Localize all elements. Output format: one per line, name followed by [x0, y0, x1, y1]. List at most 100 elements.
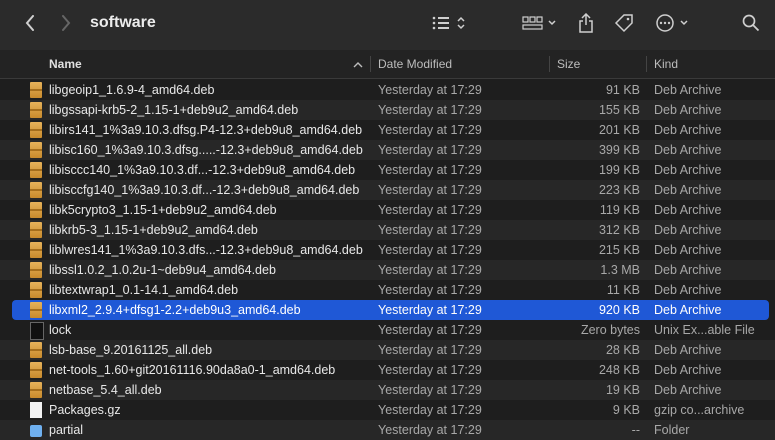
file-row[interactable]: liblwres141_1%3a9.10.3.dfs...-12.3+deb9u…: [0, 240, 775, 260]
file-name: netbase_5.4_all.deb: [49, 383, 162, 397]
column-divider[interactable]: [646, 56, 647, 72]
file-kind: Deb Archive: [654, 383, 722, 397]
file-kind: Deb Archive: [654, 243, 722, 257]
file-size: --: [631, 423, 640, 437]
column-header: Name Date Modified Size Kind: [0, 50, 775, 79]
chevron-left-icon: [25, 14, 35, 36]
tag-icon: [614, 13, 634, 38]
deb-archive-icon: [30, 302, 42, 318]
file-date: Yesterday at 17:29: [378, 143, 482, 157]
share-button[interactable]: [574, 12, 598, 38]
sort-chevron-up-icon[interactable]: [353, 58, 363, 72]
toolbar: software: [0, 0, 775, 51]
file-name: libisc160_1%3a9.10.3.dfsg.....-12.3+deb9…: [49, 143, 363, 157]
file-kind: Deb Archive: [654, 203, 722, 217]
file-row[interactable]: libisccfg140_1%3a9.10.3.df...-12.3+deb9u…: [0, 180, 775, 200]
file-date: Yesterday at 17:29: [378, 183, 482, 197]
file-row[interactable]: libssl1.0.2_1.0.2u-1~deb9u4_amd64.deb Yes…: [0, 260, 775, 280]
file-row[interactable]: libirs141_1%3a9.10.3.dfsg.P4-12.3+deb9u8…: [0, 120, 775, 140]
file-name: libssl1.0.2_1.0.2u-1~deb9u4_amd64.deb: [49, 263, 276, 277]
file-size: 91 KB: [605, 83, 640, 97]
file-date: Yesterday at 17:29: [378, 383, 482, 397]
file-size: 11 KB: [606, 283, 640, 297]
share-icon: [578, 12, 594, 38]
kind-column-header[interactable]: Kind: [654, 57, 678, 71]
file-date: Yesterday at 17:29: [378, 403, 482, 417]
file-row[interactable]: lsb-base_9.20161125_all.deb Yesterday at …: [0, 340, 775, 360]
more-icon: [655, 13, 691, 38]
back-button[interactable]: [18, 12, 42, 38]
deb-archive-icon: [30, 342, 42, 358]
file-name: libxml2_2.9.4+dfsg1-2.2+deb9u3_amd64.deb: [49, 303, 301, 317]
file-date: Yesterday at 17:29: [378, 163, 482, 177]
file-row[interactable]: libisc160_1%3a9.10.3.dfsg.....-12.3+deb9…: [0, 140, 775, 160]
file-kind: Deb Archive: [654, 363, 722, 377]
file-size: 119 KB: [599, 203, 640, 217]
name-column-header[interactable]: Name: [49, 57, 82, 71]
document-icon: [30, 402, 42, 418]
file-name: libk5crypto3_1.15-1+deb9u2_amd64.deb: [49, 203, 277, 217]
file-row[interactable]: libtextwrap1_0.1-14.1_amd64.deb Yesterday…: [0, 280, 775, 300]
file-row[interactable]: netbase_5.4_all.deb Yesterday at 17:29 19 …: [0, 380, 775, 400]
file-name: lock: [49, 323, 72, 337]
file-row-selected[interactable]: libxml2_2.9.4+dfsg1-2.2+deb9u3_amd64.deb…: [12, 300, 769, 320]
deb-archive-icon: [30, 262, 42, 278]
file-row[interactable]: libgeoip1_1.6.9-4_amd64.deb Yesterday at …: [0, 80, 775, 100]
file-kind: Deb Archive: [654, 343, 722, 357]
file-row[interactable]: Packages.gz Yesterday at 17:29 9 KB gzip co…: [0, 400, 775, 420]
file-row[interactable]: lock Yesterday at 17:29 Zero bytes Unix Ex.…: [0, 320, 775, 340]
deb-archive-icon: [30, 362, 42, 378]
file-row[interactable]: libisccc140_1%3a9.10.3.df...-12.3+deb9u8…: [0, 160, 775, 180]
file-row[interactable]: partial Yesterday at 17:29 -- Folder: [0, 420, 775, 440]
file-size: 399 KB: [598, 143, 640, 157]
file-kind: Deb Archive: [654, 143, 722, 157]
deb-archive-icon: [30, 222, 42, 238]
file-row[interactable]: libkrb5-3_1.15-1+deb9u2_amd64.deb Yesterd…: [0, 220, 775, 240]
file-row[interactable]: net-tools_1.60+git20161116.90da8a0-1_amd…: [0, 360, 775, 380]
file-size: 28 KB: [605, 343, 640, 357]
executable-icon: [30, 322, 44, 340]
file-size: 223 KB: [598, 183, 640, 197]
file-size: 312 KB: [598, 223, 640, 237]
file-name: libisccc140_1%3a9.10.3.df...-12.3+deb9u8…: [49, 163, 356, 177]
deb-archive-icon: [30, 82, 42, 98]
file-name: libgssapi-krb5-2_1.15-1+deb9u2_amd64.deb: [49, 103, 299, 117]
more-button[interactable]: [654, 12, 692, 38]
file-name: liblwres141_1%3a9.10.3.dfs...-12.3+deb9u…: [49, 243, 363, 257]
file-size: 155 KB: [598, 103, 640, 117]
group-button[interactable]: [520, 12, 560, 38]
file-date: Yesterday at 17:29: [378, 103, 482, 117]
view-options-button[interactable]: [428, 12, 470, 38]
deb-archive-icon: [30, 382, 42, 398]
file-date: Yesterday at 17:29: [378, 223, 482, 237]
list-view-icon: [431, 15, 467, 36]
file-size: 920 KB: [598, 303, 640, 317]
file-kind: Deb Archive: [654, 83, 722, 97]
tag-button[interactable]: [612, 12, 636, 38]
forward-button[interactable]: [54, 12, 78, 38]
window-title: software: [90, 14, 156, 31]
size-column-header[interactable]: Size: [557, 57, 580, 71]
file-date: Yesterday at 17:29: [378, 343, 482, 357]
file-kind: Deb Archive: [654, 303, 722, 317]
file-name: libgeoip1_1.6.9-4_amd64.deb: [49, 83, 215, 97]
file-size: 9 KB: [612, 403, 640, 417]
file-kind: Deb Archive: [654, 163, 722, 177]
file-kind: Deb Archive: [654, 103, 722, 117]
file-kind: Deb Archive: [654, 223, 722, 237]
file-row[interactable]: libgssapi-krb5-2_1.15-1+deb9u2_amd64.deb…: [0, 100, 775, 120]
file-date: Yesterday at 17:29: [378, 323, 482, 337]
file-kind: Deb Archive: [654, 283, 722, 297]
file-size: 215 KB: [598, 243, 640, 257]
file-date: Yesterday at 17:29: [378, 123, 482, 137]
column-divider[interactable]: [549, 56, 550, 72]
file-size: 19 KB: [605, 383, 640, 397]
search-button[interactable]: [738, 12, 764, 38]
file-kind: Deb Archive: [654, 183, 722, 197]
file-kind: Unix Ex...able File: [654, 323, 755, 337]
column-divider[interactable]: [370, 56, 371, 72]
file-row[interactable]: libk5crypto3_1.15-1+deb9u2_amd64.deb Yest…: [0, 200, 775, 220]
deb-archive-icon: [30, 102, 42, 118]
date-column-header[interactable]: Date Modified: [378, 57, 452, 71]
file-size: 201 KB: [598, 123, 640, 137]
